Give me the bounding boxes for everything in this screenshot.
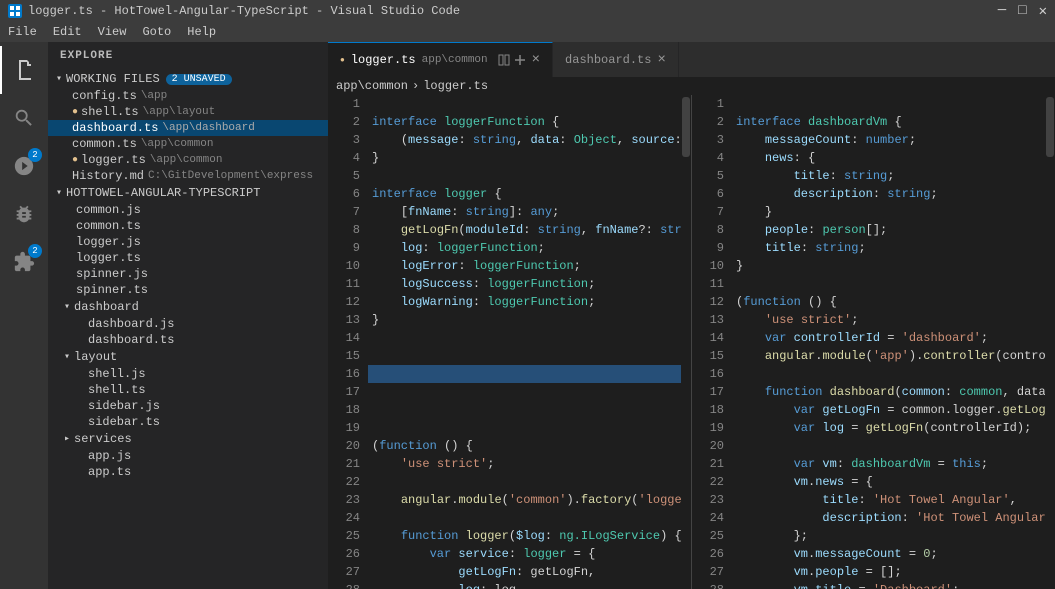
minimize-button[interactable]: ─ [998, 3, 1006, 20]
sidebar-item-common-js[interactable]: common.js [48, 202, 328, 218]
sidebar: EXPLORE ▾ WORKING FILES 2 UNSAVED config… [48, 42, 328, 589]
window-title: logger.ts - HotTowel-Angular-TypeScript … [28, 4, 998, 18]
tab-logger[interactable]: ● logger.ts app\common × [328, 42, 553, 77]
sidebar-item-logger-js[interactable]: logger.js [48, 234, 328, 250]
files-icon[interactable] [0, 46, 48, 94]
sidebar-header: EXPLORE [48, 42, 328, 70]
breadcrumb-file: logger.ts [423, 79, 488, 93]
menu-view[interactable]: View [98, 25, 127, 39]
tab-dashboard-label: dashboard.ts [565, 53, 651, 67]
sidebar-item-app-js[interactable]: app.js [48, 448, 328, 464]
tab-dashboard[interactable]: dashboard.ts × [553, 42, 679, 77]
sidebar-item-spinner-ts[interactable]: spinner.ts [48, 282, 328, 298]
sidebar-item-sidebar-js[interactable]: sidebar.js [48, 398, 328, 414]
search-icon[interactable] [0, 94, 48, 142]
sidebar-item-spinner-js[interactable]: spinner.js [48, 266, 328, 282]
code-logger[interactable]: interface loggerFunction { (message: str… [368, 95, 691, 589]
menu-help[interactable]: Help [187, 25, 216, 39]
scrollbar-thumb[interactable] [682, 97, 690, 157]
activity-bar: 2 2 [0, 42, 48, 589]
sidebar-item-config[interactable]: config.ts \app [48, 88, 328, 104]
editor-panels: 12345 678910 1112131415 1617181920 21222… [328, 95, 1055, 589]
menu-bar: File Edit View Goto Help [0, 22, 1055, 42]
code-dashboard[interactable]: interface dashboardVm { messageCount: nu… [732, 95, 1055, 589]
project-arrow-icon: ▾ [56, 187, 62, 199]
menu-file[interactable]: File [8, 25, 37, 39]
scrollbar-thumb-dashboard[interactable] [1046, 97, 1054, 157]
extensions-icon[interactable]: 2 [0, 238, 48, 286]
scrollbar-dashboard[interactable] [1045, 95, 1055, 589]
editor-area: ● logger.ts app\common × dashboard.ts × … [328, 42, 1055, 589]
layout-folder[interactable]: ▾ layout [48, 348, 328, 366]
project-section[interactable]: ▾ HOTTOWEL-ANGULAR-TYPESCRIPT [48, 184, 328, 202]
sidebar-item-dashboard-js[interactable]: dashboard.js [48, 316, 328, 332]
arrow-icon: ▾ [56, 73, 62, 85]
sidebar-item-logger[interactable]: ●logger.ts \app\common [48, 152, 328, 168]
menu-edit[interactable]: Edit [53, 25, 82, 39]
sidebar-item-common[interactable]: common.ts \app\common [48, 136, 328, 152]
sidebar-item-dashboard-ts[interactable]: dashboard.ts [48, 332, 328, 348]
services-folder[interactable]: ▸ services [48, 430, 328, 448]
menu-goto[interactable]: Goto [142, 25, 171, 39]
tab-logger-label: logger.ts [351, 53, 416, 67]
tab-logger-close[interactable]: × [532, 53, 540, 67]
debug-icon[interactable] [0, 190, 48, 238]
app-icon [8, 4, 22, 18]
tab-icons [498, 54, 526, 66]
sidebar-item-common-ts[interactable]: common.ts [48, 218, 328, 234]
breadcrumb-logger: app\common › logger.ts [328, 77, 1055, 95]
sidebar-item-logger-ts[interactable]: logger.ts [48, 250, 328, 266]
working-files-label: WORKING FILES [66, 72, 160, 86]
main-layout: 2 2 EXPLORE ▾ WORKING FILES 2 UNSAVED co… [0, 42, 1055, 589]
sidebar-item-shell-js[interactable]: shell.js [48, 366, 328, 382]
unsaved-badge: 2 UNSAVED [166, 74, 232, 85]
sidebar-item-sidebar-ts[interactable]: sidebar.ts [48, 414, 328, 430]
close-button[interactable]: ✕ [1039, 3, 1047, 20]
line-numbers-dashboard: 12345 678910 1112131415 1617181920 21222… [692, 95, 732, 589]
project-label: HOTTOWEL-ANGULAR-TYPESCRIPT [66, 186, 260, 200]
dashboard-folder[interactable]: ▾ dashboard [48, 298, 328, 316]
editor-panel-dashboard: 12345 678910 1112131415 1617181920 21222… [692, 95, 1055, 589]
editor-panel-logger: 12345 678910 1112131415 1617181920 21222… [328, 95, 691, 589]
git-badge: 2 [28, 148, 42, 162]
line-numbers-logger: 12345 678910 1112131415 1617181920 21222… [328, 95, 368, 589]
sidebar-item-app-ts[interactable]: app.ts [48, 464, 328, 480]
window-controls[interactable]: ─ □ ✕ [998, 3, 1047, 20]
title-bar: logger.ts - HotTowel-Angular-TypeScript … [0, 0, 1055, 22]
sidebar-item-history[interactable]: History.md C:\GitDevelopment\express [48, 168, 328, 184]
git-icon[interactable]: 2 [0, 142, 48, 190]
scrollbar-logger[interactable] [681, 95, 691, 589]
extensions-badge: 2 [28, 244, 42, 258]
working-files-section[interactable]: ▾ WORKING FILES 2 UNSAVED [48, 70, 328, 88]
tab-logger-path: app\common [422, 54, 488, 66]
breadcrumb-path: app\common [336, 79, 408, 93]
services-label: services [74, 432, 132, 446]
maximize-button[interactable]: □ [1018, 3, 1026, 20]
editor-tabs: ● logger.ts app\common × dashboard.ts × [328, 42, 1055, 77]
sidebar-item-shell[interactable]: ●shell.ts \app\layout [48, 104, 328, 120]
sidebar-item-shell-ts[interactable]: shell.ts [48, 382, 328, 398]
sidebar-item-dashboard[interactable]: dashboard.ts \app\dashboard [48, 120, 328, 136]
tab-dashboard-close[interactable]: × [657, 53, 665, 67]
modified-dot: ● [340, 56, 345, 65]
